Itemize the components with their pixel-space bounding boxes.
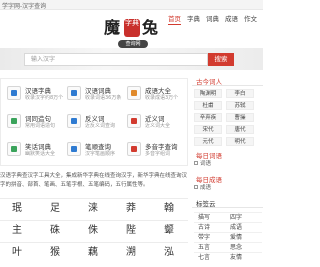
- search-area: 输入汉字 搜索: [0, 48, 263, 70]
- char-link[interactable]: 藕: [78, 243, 108, 263]
- word-button[interactable]: 陶渊明: [194, 89, 222, 98]
- broken-image-icon: [194, 185, 198, 189]
- tool-desc: 近义词大全: [145, 123, 171, 129]
- tag-row: 带字 爱情: [194, 232, 262, 242]
- tool-panel: 汉语字典 收录汉字约8万个 汉语词典 收录词语36万条 成语大全 收录成语3万个…: [0, 78, 188, 166]
- logo-char: 魔: [104, 18, 121, 37]
- char-link[interactable]: 翰: [154, 199, 184, 219]
- stroke-order-icon: [67, 142, 81, 156]
- logo-seal: 字典: [124, 19, 140, 37]
- word-button[interactable]: 唐代: [226, 125, 254, 134]
- char-link[interactable]: 叶: [2, 243, 32, 263]
- tool-item[interactable]: 笔顺查询 汉字笔画顺序: [67, 139, 127, 163]
- intro-text: 汉语字典查汉字工具大全，集成新华字典在线查询汉字，新华字典在线查询汉字的拼音、部…: [0, 173, 188, 188]
- joke-icon: [7, 142, 21, 156]
- tag-link[interactable]: 友情: [230, 253, 242, 263]
- site-logo[interactable]: 魔 字典 兔 查询网: [104, 18, 160, 50]
- page: 学字网-汉字查询 魔 字典 兔 查询网 首页 字典 词典 成语 作文 诗词 古籍…: [0, 0, 263, 267]
- dictionary-icon: [7, 86, 21, 100]
- tag-link[interactable]: 七言: [198, 253, 210, 263]
- char-link[interactable]: 主: [2, 221, 32, 241]
- tool-item[interactable]: 反义词 近反义词查询: [67, 111, 127, 135]
- search-input[interactable]: 输入汉字: [24, 53, 208, 66]
- tool-desc: 近反义词查询: [85, 123, 116, 129]
- word-button[interactable]: 元代: [194, 137, 222, 146]
- daily-idiom-text: 成语: [200, 185, 212, 191]
- word-button[interactable]: 杜甫: [194, 101, 222, 110]
- char-link[interactable]: 珉: [2, 199, 32, 219]
- char-link[interactable]: 涞: [78, 199, 108, 219]
- char-link[interactable]: 足: [40, 199, 70, 219]
- tag-row: 五言 思念: [194, 242, 262, 252]
- char-grid: 珉 足 涞 莽 翰 主 硃 侏 陛 颦 叶 猴 藕 溯 泓: [0, 198, 188, 267]
- char-link[interactable]: 陛: [116, 221, 146, 241]
- tag-row: 古诗 成语: [194, 222, 262, 232]
- tool-item[interactable]: 汉语字典 收录汉字约8万个: [7, 83, 67, 107]
- search-button[interactable]: 搜索: [208, 53, 234, 66]
- tool-item[interactable]: 成语大全 收录成语3万个: [127, 83, 187, 107]
- tool-item[interactable]: 多音字查询 多音字组词: [127, 139, 187, 163]
- antonym-icon: [67, 114, 81, 128]
- tag-row: 七言 友情: [194, 252, 262, 262]
- logo-subtitle: 查询网: [118, 40, 148, 48]
- daily-word-box[interactable]: 词语: [194, 158, 260, 170]
- divider: [192, 85, 263, 86]
- nav-item-cidian[interactable]: 词典: [206, 14, 219, 25]
- tool-item[interactable]: 笑话词典 幽默笑话大全: [7, 139, 67, 163]
- polyphone-icon: [127, 142, 141, 156]
- logo-char: 兔: [142, 18, 159, 37]
- char-link[interactable]: 颦: [154, 221, 184, 241]
- tool-desc: 汉字笔画顺序: [85, 151, 116, 157]
- nav-item-home[interactable]: 首页: [168, 14, 181, 25]
- tool-desc: 常用词语造句: [25, 123, 56, 129]
- word-button[interactable]: 辛弃疾: [194, 113, 222, 122]
- char-link[interactable]: 莽: [116, 199, 146, 219]
- tool-desc: 收录成语3万个: [145, 95, 179, 101]
- tool-desc: 幽默笑话大全: [25, 151, 56, 157]
- divider: [192, 207, 263, 208]
- nav-item-zidian[interactable]: 字典: [187, 14, 200, 25]
- tool-item[interactable]: 汉语词典 收录词语36万条: [67, 83, 127, 107]
- tool-desc: 收录词语36万条: [85, 95, 122, 101]
- word-button[interactable]: 曹操: [226, 113, 254, 122]
- char-link[interactable]: 侏: [78, 221, 108, 241]
- tool-desc: 收录汉字约8万个: [25, 95, 64, 101]
- word-button[interactable]: 苏轼: [226, 101, 254, 110]
- broken-image-icon: [194, 161, 198, 165]
- synonym-icon: [127, 114, 141, 128]
- nav-item-chengyu[interactable]: 成语: [225, 14, 238, 25]
- tool-item[interactable]: 词同造句 常用词语造句: [7, 111, 67, 135]
- tool-item[interactable]: 近义词 近义词大全: [127, 111, 187, 135]
- word-button[interactable]: 宋代: [194, 125, 222, 134]
- tag-row: 描写 四字: [194, 212, 262, 222]
- char-link[interactable]: 硃: [40, 221, 70, 241]
- main-nav: 首页 字典 词典 成语 作文 诗词 古籍: [168, 14, 263, 25]
- tool-desc: 多音字组词: [145, 151, 171, 157]
- char-link[interactable]: 猴: [40, 243, 70, 263]
- char-link[interactable]: 泓: [154, 243, 184, 263]
- nav-item-zuowen[interactable]: 作文: [244, 14, 257, 25]
- word-button[interactable]: 明代: [226, 137, 254, 146]
- daily-idiom-box[interactable]: 成语: [194, 182, 260, 194]
- dictionary-icon: [67, 86, 81, 100]
- top-bar: 学字网-汉字查询: [0, 0, 263, 10]
- top-bar-text: 学字网-汉字查询: [2, 3, 47, 10]
- daily-word-text: 词语: [200, 161, 212, 167]
- word-button[interactable]: 李白: [226, 89, 254, 98]
- idiom-icon: [127, 86, 141, 100]
- char-link[interactable]: 溯: [116, 243, 146, 263]
- sentence-icon: [7, 114, 21, 128]
